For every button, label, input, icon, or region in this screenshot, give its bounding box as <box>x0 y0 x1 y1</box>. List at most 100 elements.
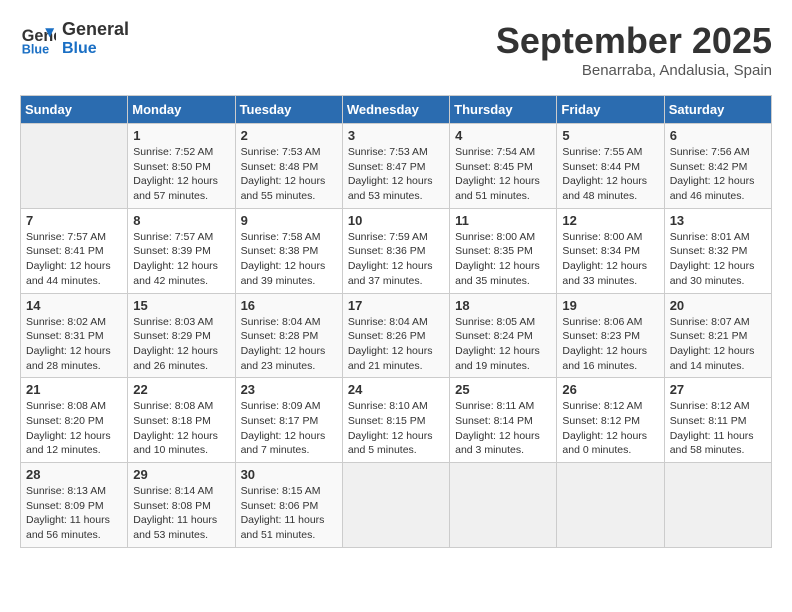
day-cell: 25 Sunrise: 8:11 AM Sunset: 8:14 PM Dayli… <box>450 378 557 463</box>
day-number: 12 <box>562 213 658 228</box>
day-info: Sunrise: 8:13 AM Sunset: 8:09 PM Dayligh… <box>26 484 122 543</box>
day-cell: 15 Sunrise: 8:03 AM Sunset: 8:29 PM Dayli… <box>128 293 235 378</box>
col-header-wednesday: Wednesday <box>342 96 449 124</box>
day-info: Sunrise: 7:56 AM Sunset: 8:42 PM Dayligh… <box>670 145 766 204</box>
day-info: Sunrise: 8:12 AM Sunset: 8:12 PM Dayligh… <box>562 399 658 458</box>
day-cell: 29 Sunrise: 8:14 AM Sunset: 8:08 PM Dayli… <box>128 463 235 548</box>
col-header-friday: Friday <box>557 96 664 124</box>
location-subtitle: Benarraba, Andalusia, Spain <box>496 62 772 79</box>
day-cell: 5Sunrise: 7:55 AM Sunset: 8:44 PM Daylig… <box>557 124 664 209</box>
day-cell: 2Sunrise: 7:53 AM Sunset: 8:48 PM Daylig… <box>235 124 342 209</box>
logo-icon: General Blue <box>20 21 56 57</box>
header: General Blue General Blue September 2025… <box>20 20 772 79</box>
day-cell: 22 Sunrise: 8:08 AM Sunset: 8:18 PM Dayli… <box>128 378 235 463</box>
day-number: 5 <box>562 128 658 143</box>
day-number: 4 <box>455 128 551 143</box>
day-cell: 10 Sunrise: 7:59 AM Sunset: 8:36 PM Dayli… <box>342 208 449 293</box>
month-title: September 2025 <box>496 20 772 62</box>
day-cell: 24Sunrise: 8:10 AM Sunset: 8:15 PM Dayli… <box>342 378 449 463</box>
col-header-monday: Monday <box>128 96 235 124</box>
day-number: 30 <box>241 467 337 482</box>
day-cell: 12 Sunrise: 8:00 AM Sunset: 8:34 PM Dayli… <box>557 208 664 293</box>
day-number: 21 <box>26 382 122 397</box>
logo-blue: Blue <box>62 40 129 58</box>
day-cell: 13 Sunrise: 8:01 AM Sunset: 8:32 PM Dayli… <box>664 208 771 293</box>
week-row-5: 28 Sunrise: 8:13 AM Sunset: 8:09 PM Dayli… <box>21 463 772 548</box>
day-info: Sunrise: 8:05 AM Sunset: 8:24 PM Dayligh… <box>455 315 551 374</box>
logo-general: General <box>62 20 129 40</box>
day-number: 24 <box>348 382 444 397</box>
calendar-table: SundayMondayTuesdayWednesdayThursdayFrid… <box>20 95 772 548</box>
day-cell <box>664 463 771 548</box>
day-cell: 6 Sunrise: 7:56 AM Sunset: 8:42 PM Daylig… <box>664 124 771 209</box>
day-info: Sunrise: 7:59 AM Sunset: 8:36 PM Dayligh… <box>348 230 444 289</box>
day-cell: 30 Sunrise: 8:15 AM Sunset: 8:06 PM Dayli… <box>235 463 342 548</box>
day-cell: 1 Sunrise: 7:52 AM Sunset: 8:50 PM Daylig… <box>128 124 235 209</box>
day-cell: 8 Sunrise: 7:57 AM Sunset: 8:39 PM Daylig… <box>128 208 235 293</box>
day-number: 16 <box>241 298 337 313</box>
week-row-4: 21 Sunrise: 8:08 AM Sunset: 8:20 PM Dayli… <box>21 378 772 463</box>
day-info: Sunrise: 8:08 AM Sunset: 8:20 PM Dayligh… <box>26 399 122 458</box>
svg-text:Blue: Blue <box>22 42 49 56</box>
day-info: Sunrise: 8:15 AM Sunset: 8:06 PM Dayligh… <box>241 484 337 543</box>
day-cell: 28 Sunrise: 8:13 AM Sunset: 8:09 PM Dayli… <box>21 463 128 548</box>
day-number: 23 <box>241 382 337 397</box>
day-cell <box>557 463 664 548</box>
day-number: 19 <box>562 298 658 313</box>
day-number: 22 <box>133 382 229 397</box>
day-cell <box>21 124 128 209</box>
col-header-thursday: Thursday <box>450 96 557 124</box>
week-row-2: 7Sunrise: 7:57 AM Sunset: 8:41 PM Daylig… <box>21 208 772 293</box>
week-row-3: 14 Sunrise: 8:02 AM Sunset: 8:31 PM Dayli… <box>21 293 772 378</box>
day-number: 29 <box>133 467 229 482</box>
day-number: 15 <box>133 298 229 313</box>
day-cell <box>342 463 449 548</box>
day-number: 11 <box>455 213 551 228</box>
day-info: Sunrise: 8:00 AM Sunset: 8:34 PM Dayligh… <box>562 230 658 289</box>
day-cell: 16 Sunrise: 8:04 AM Sunset: 8:28 PM Dayli… <box>235 293 342 378</box>
day-info: Sunrise: 8:03 AM Sunset: 8:29 PM Dayligh… <box>133 315 229 374</box>
day-cell <box>450 463 557 548</box>
day-number: 10 <box>348 213 444 228</box>
day-number: 14 <box>26 298 122 313</box>
day-info: Sunrise: 8:01 AM Sunset: 8:32 PM Dayligh… <box>670 230 766 289</box>
day-cell: 3Sunrise: 7:53 AM Sunset: 8:47 PM Daylig… <box>342 124 449 209</box>
day-info: Sunrise: 8:12 AM Sunset: 8:11 PM Dayligh… <box>670 399 766 458</box>
day-cell: 26 Sunrise: 8:12 AM Sunset: 8:12 PM Dayli… <box>557 378 664 463</box>
day-info: Sunrise: 8:14 AM Sunset: 8:08 PM Dayligh… <box>133 484 229 543</box>
day-info: Sunrise: 8:04 AM Sunset: 8:28 PM Dayligh… <box>241 315 337 374</box>
day-number: 28 <box>26 467 122 482</box>
day-cell: 18 Sunrise: 8:05 AM Sunset: 8:24 PM Dayli… <box>450 293 557 378</box>
day-number: 18 <box>455 298 551 313</box>
day-info: Sunrise: 8:02 AM Sunset: 8:31 PM Dayligh… <box>26 315 122 374</box>
day-info: Sunrise: 8:09 AM Sunset: 8:17 PM Dayligh… <box>241 399 337 458</box>
day-info: Sunrise: 8:04 AM Sunset: 8:26 PM Dayligh… <box>348 315 444 374</box>
day-info: Sunrise: 8:06 AM Sunset: 8:23 PM Dayligh… <box>562 315 658 374</box>
day-info: Sunrise: 8:08 AM Sunset: 8:18 PM Dayligh… <box>133 399 229 458</box>
day-number: 8 <box>133 213 229 228</box>
day-info: Sunrise: 8:00 AM Sunset: 8:35 PM Dayligh… <box>455 230 551 289</box>
col-header-tuesday: Tuesday <box>235 96 342 124</box>
day-info: Sunrise: 7:58 AM Sunset: 8:38 PM Dayligh… <box>241 230 337 289</box>
day-info: Sunrise: 7:52 AM Sunset: 8:50 PM Dayligh… <box>133 145 229 204</box>
day-cell: 4Sunrise: 7:54 AM Sunset: 8:45 PM Daylig… <box>450 124 557 209</box>
day-cell: 27 Sunrise: 8:12 AM Sunset: 8:11 PM Dayli… <box>664 378 771 463</box>
day-number: 6 <box>670 128 766 143</box>
day-info: Sunrise: 8:11 AM Sunset: 8:14 PM Dayligh… <box>455 399 551 458</box>
col-header-sunday: Sunday <box>21 96 128 124</box>
day-cell: 7Sunrise: 7:57 AM Sunset: 8:41 PM Daylig… <box>21 208 128 293</box>
day-cell: 11 Sunrise: 8:00 AM Sunset: 8:35 PM Dayli… <box>450 208 557 293</box>
day-number: 25 <box>455 382 551 397</box>
day-number: 17 <box>348 298 444 313</box>
day-cell: 19 Sunrise: 8:06 AM Sunset: 8:23 PM Dayli… <box>557 293 664 378</box>
day-cell: 21 Sunrise: 8:08 AM Sunset: 8:20 PM Dayli… <box>21 378 128 463</box>
header-row: SundayMondayTuesdayWednesdayThursdayFrid… <box>21 96 772 124</box>
logo: General Blue General Blue <box>20 20 129 57</box>
day-info: Sunrise: 7:57 AM Sunset: 8:41 PM Dayligh… <box>26 230 122 289</box>
day-number: 1 <box>133 128 229 143</box>
day-number: 13 <box>670 213 766 228</box>
day-number: 26 <box>562 382 658 397</box>
day-number: 27 <box>670 382 766 397</box>
day-info: Sunrise: 7:57 AM Sunset: 8:39 PM Dayligh… <box>133 230 229 289</box>
day-cell: 23 Sunrise: 8:09 AM Sunset: 8:17 PM Dayli… <box>235 378 342 463</box>
